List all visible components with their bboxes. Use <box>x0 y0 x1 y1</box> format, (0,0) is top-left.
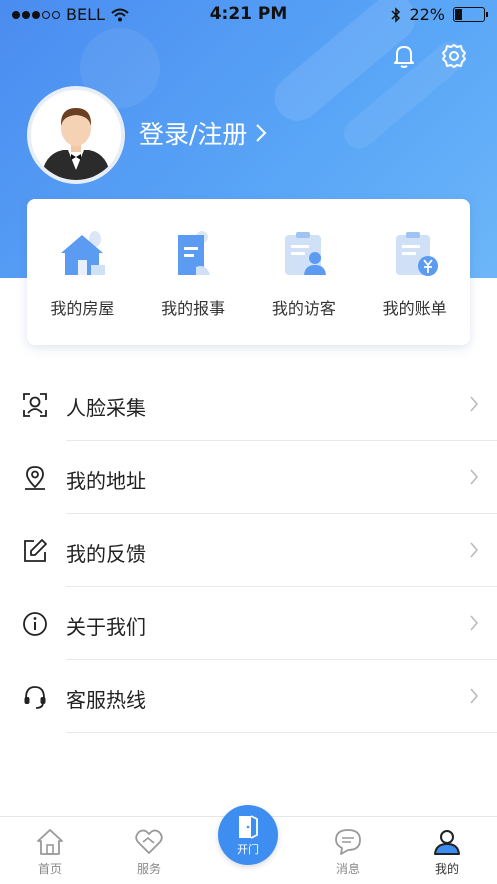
menu-item-about-us[interactable]: 关于我们 <box>0 587 497 660</box>
bill-icon <box>395 232 438 276</box>
quick-action-label: 我的报事 <box>161 299 226 318</box>
quick-action-my-report[interactable]: 我的报事 <box>138 199 249 345</box>
tab-label: 首页 <box>37 862 62 876</box>
chevron-right-icon <box>256 124 267 142</box>
login-register-link[interactable]: 登录/注册 <box>139 115 267 151</box>
menu-item-label: 我的地址 <box>66 469 146 493</box>
menu-item-face-capture[interactable]: 人脸采集 <box>0 368 497 441</box>
settings-menu: 人脸采集 我的地址 我的反馈 关于我们 客服热线 <box>0 368 497 733</box>
edit-icon <box>24 539 47 562</box>
menu-item-my-address[interactable]: 我的地址 <box>0 441 497 514</box>
menu-item-customer-hotline[interactable]: 客服热线 <box>0 660 497 733</box>
face-scan-icon <box>23 393 47 417</box>
login-register-label: 登录/注册 <box>139 120 248 149</box>
open-door-button[interactable]: 开门 <box>218 805 278 865</box>
bell-icon[interactable] <box>390 42 418 70</box>
tab-messages[interactable]: 消息 <box>298 817 398 884</box>
chevron-right-icon <box>470 542 479 558</box>
chevron-right-icon <box>470 688 479 704</box>
menu-item-label: 我的反馈 <box>66 542 146 566</box>
chat-bubble-icon <box>335 829 361 855</box>
user-avatar-icon <box>31 90 121 180</box>
quick-action-my-visitors[interactable]: 我的访客 <box>249 199 360 345</box>
chevron-right-icon <box>470 469 479 485</box>
tab-label: 消息 <box>335 862 360 876</box>
door-icon <box>239 815 258 839</box>
visitor-icon <box>284 232 326 275</box>
quick-action-my-bills[interactable]: 我的账单 <box>359 199 470 345</box>
tab-mine[interactable]: 我的 <box>397 817 497 884</box>
avatar[interactable] <box>27 86 125 184</box>
gear-icon[interactable] <box>440 42 468 70</box>
house-icon <box>61 231 106 275</box>
battery-icon <box>453 7 488 22</box>
tab-label: 服务 <box>136 862 161 876</box>
heart-hand-icon <box>135 829 163 854</box>
tab-label: 我的 <box>434 862 459 876</box>
status-bar: BELL 4:21 PM 22% <box>0 0 497 28</box>
menu-item-label: 关于我们 <box>66 615 146 639</box>
menu-item-label: 客服热线 <box>66 688 146 712</box>
bluetooth-icon <box>391 6 401 23</box>
battery-percent: 22% <box>409 5 445 24</box>
user-icon <box>434 830 460 855</box>
headset-icon <box>24 686 46 709</box>
menu-item-my-feedback[interactable]: 我的反馈 <box>0 514 497 587</box>
location-pin-icon <box>25 466 45 490</box>
open-door-label: 开门 <box>237 843 259 856</box>
chevron-right-icon <box>470 396 479 412</box>
divider <box>66 732 497 733</box>
info-icon <box>23 612 47 636</box>
tab-home[interactable]: 首页 <box>0 817 100 884</box>
quick-action-my-house[interactable]: 我的房屋 <box>27 199 138 345</box>
home-icon <box>37 829 63 855</box>
tab-service[interactable]: 服务 <box>99 817 199 884</box>
report-doc-icon <box>178 231 211 275</box>
quick-action-label: 我的账单 <box>382 299 447 318</box>
quick-action-label: 我的访客 <box>271 299 336 318</box>
menu-item-label: 人脸采集 <box>66 396 146 420</box>
quick-actions-card: 我的房屋 我的报事 我的访客 我的账单 <box>27 199 470 345</box>
quick-action-label: 我的房屋 <box>50 299 115 318</box>
chevron-right-icon <box>470 615 479 631</box>
